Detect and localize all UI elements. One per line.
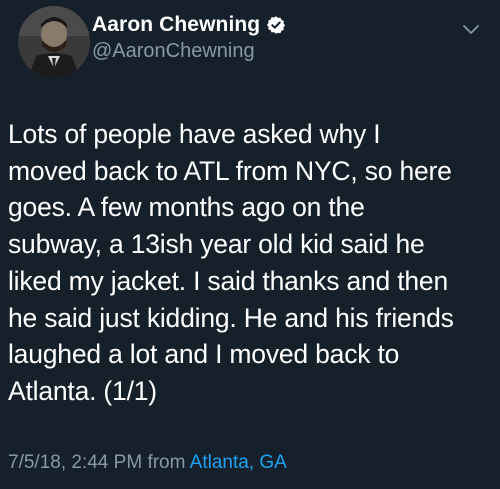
tweet-header: Aaron Chewning @AaronChewning (12, 2, 488, 84)
tweet-text-line: moved back to ATL from NYC, so here (8, 155, 452, 186)
tweet-timestamp[interactable]: 7/5/18, 2:44 PM (8, 452, 142, 473)
verified-badge-icon (266, 15, 286, 35)
chevron-down-icon[interactable] (460, 18, 482, 40)
tweet-card: Aaron Chewning @AaronChewning Lots of pe… (0, 0, 500, 489)
tweet-location-link[interactable]: Atlanta, GA (190, 452, 287, 473)
display-name[interactable]: Aaron Chewning (92, 13, 260, 37)
tweet-text: Lots of people have asked why I moved ba… (8, 116, 494, 410)
author-handle[interactable]: @AaronChewning (92, 40, 286, 63)
tweet-text-line: goes. A few months ago on the (8, 192, 365, 223)
from-label: from (147, 452, 186, 473)
tweet-text-line: Atlanta. (1/1) (8, 375, 157, 406)
display-name-row: Aaron Chewning (92, 12, 286, 38)
tweet-text-line: Lots of people have asked why I (8, 119, 381, 149)
tweet-text-line: liked my jacket. I said thanks and then (8, 265, 448, 296)
avatar[interactable] (18, 6, 90, 78)
tweet-text-line: subway, a 13ish year old kid said he (8, 229, 425, 260)
author-names: Aaron Chewning @AaronChewning (92, 12, 286, 63)
tweet-text-line: he said just kidding. He and his friends (8, 302, 454, 333)
tweet-meta: 7/5/18, 2:44 PM from Atlanta, GA (8, 452, 287, 474)
tweet-text-line: laughed a lot and I moved back to (8, 339, 400, 370)
